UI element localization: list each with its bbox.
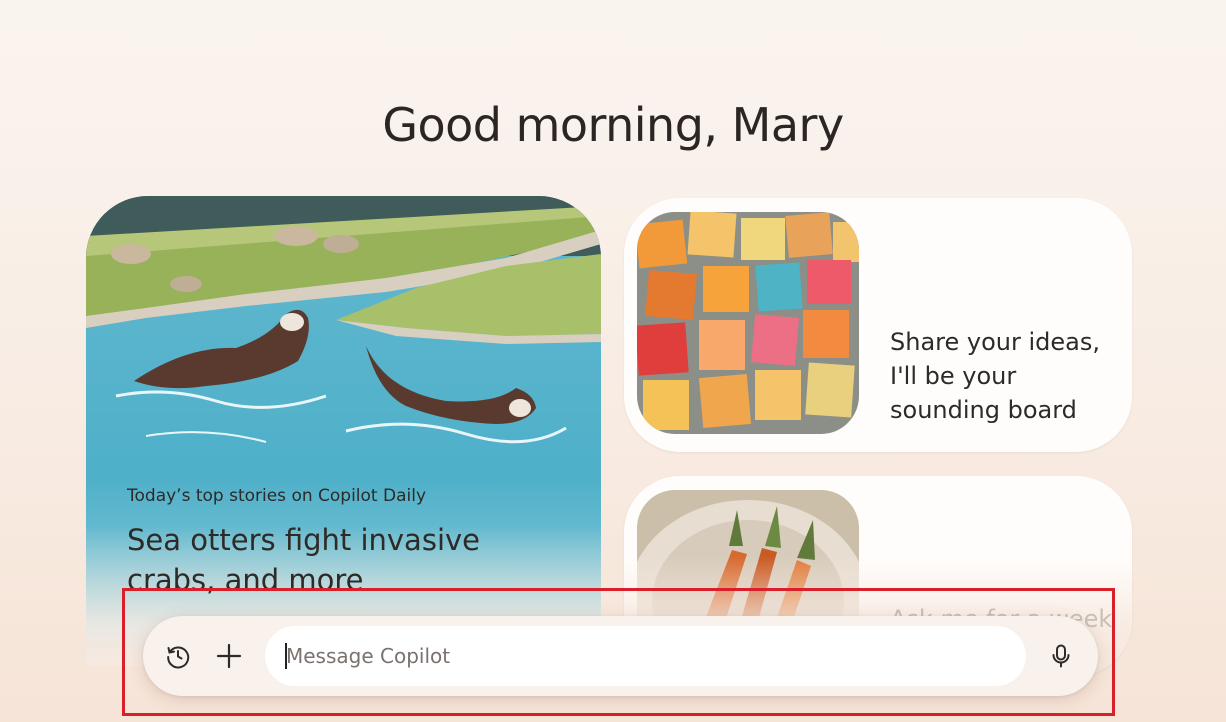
new-chat-button[interactable] [211,638,247,674]
daily-headline: Sea otters fight invasive crabs, and mor… [127,523,480,597]
history-button[interactable] [160,638,196,674]
message-composer [143,616,1098,696]
microphone-button[interactable] [1043,638,1079,674]
microphone-icon [1052,644,1070,668]
daily-kicker: Today’s top stories on Copilot Daily [127,486,427,506]
message-input[interactable] [265,626,1026,686]
copilot-daily-card[interactable]: Today’s top stories on Copilot Daily Sea… [86,196,601,666]
share-ideas-text: Share your ideas, I'll be your sounding … [890,328,1100,424]
greeting-title: Good morning, Mary [382,98,844,152]
share-ideas-card[interactable]: Share your ideas, I'll be your sounding … [624,198,1132,452]
history-icon [167,646,190,669]
text-caret [285,643,287,669]
plus-icon [216,643,242,669]
sticky-notes-image [637,212,859,434]
